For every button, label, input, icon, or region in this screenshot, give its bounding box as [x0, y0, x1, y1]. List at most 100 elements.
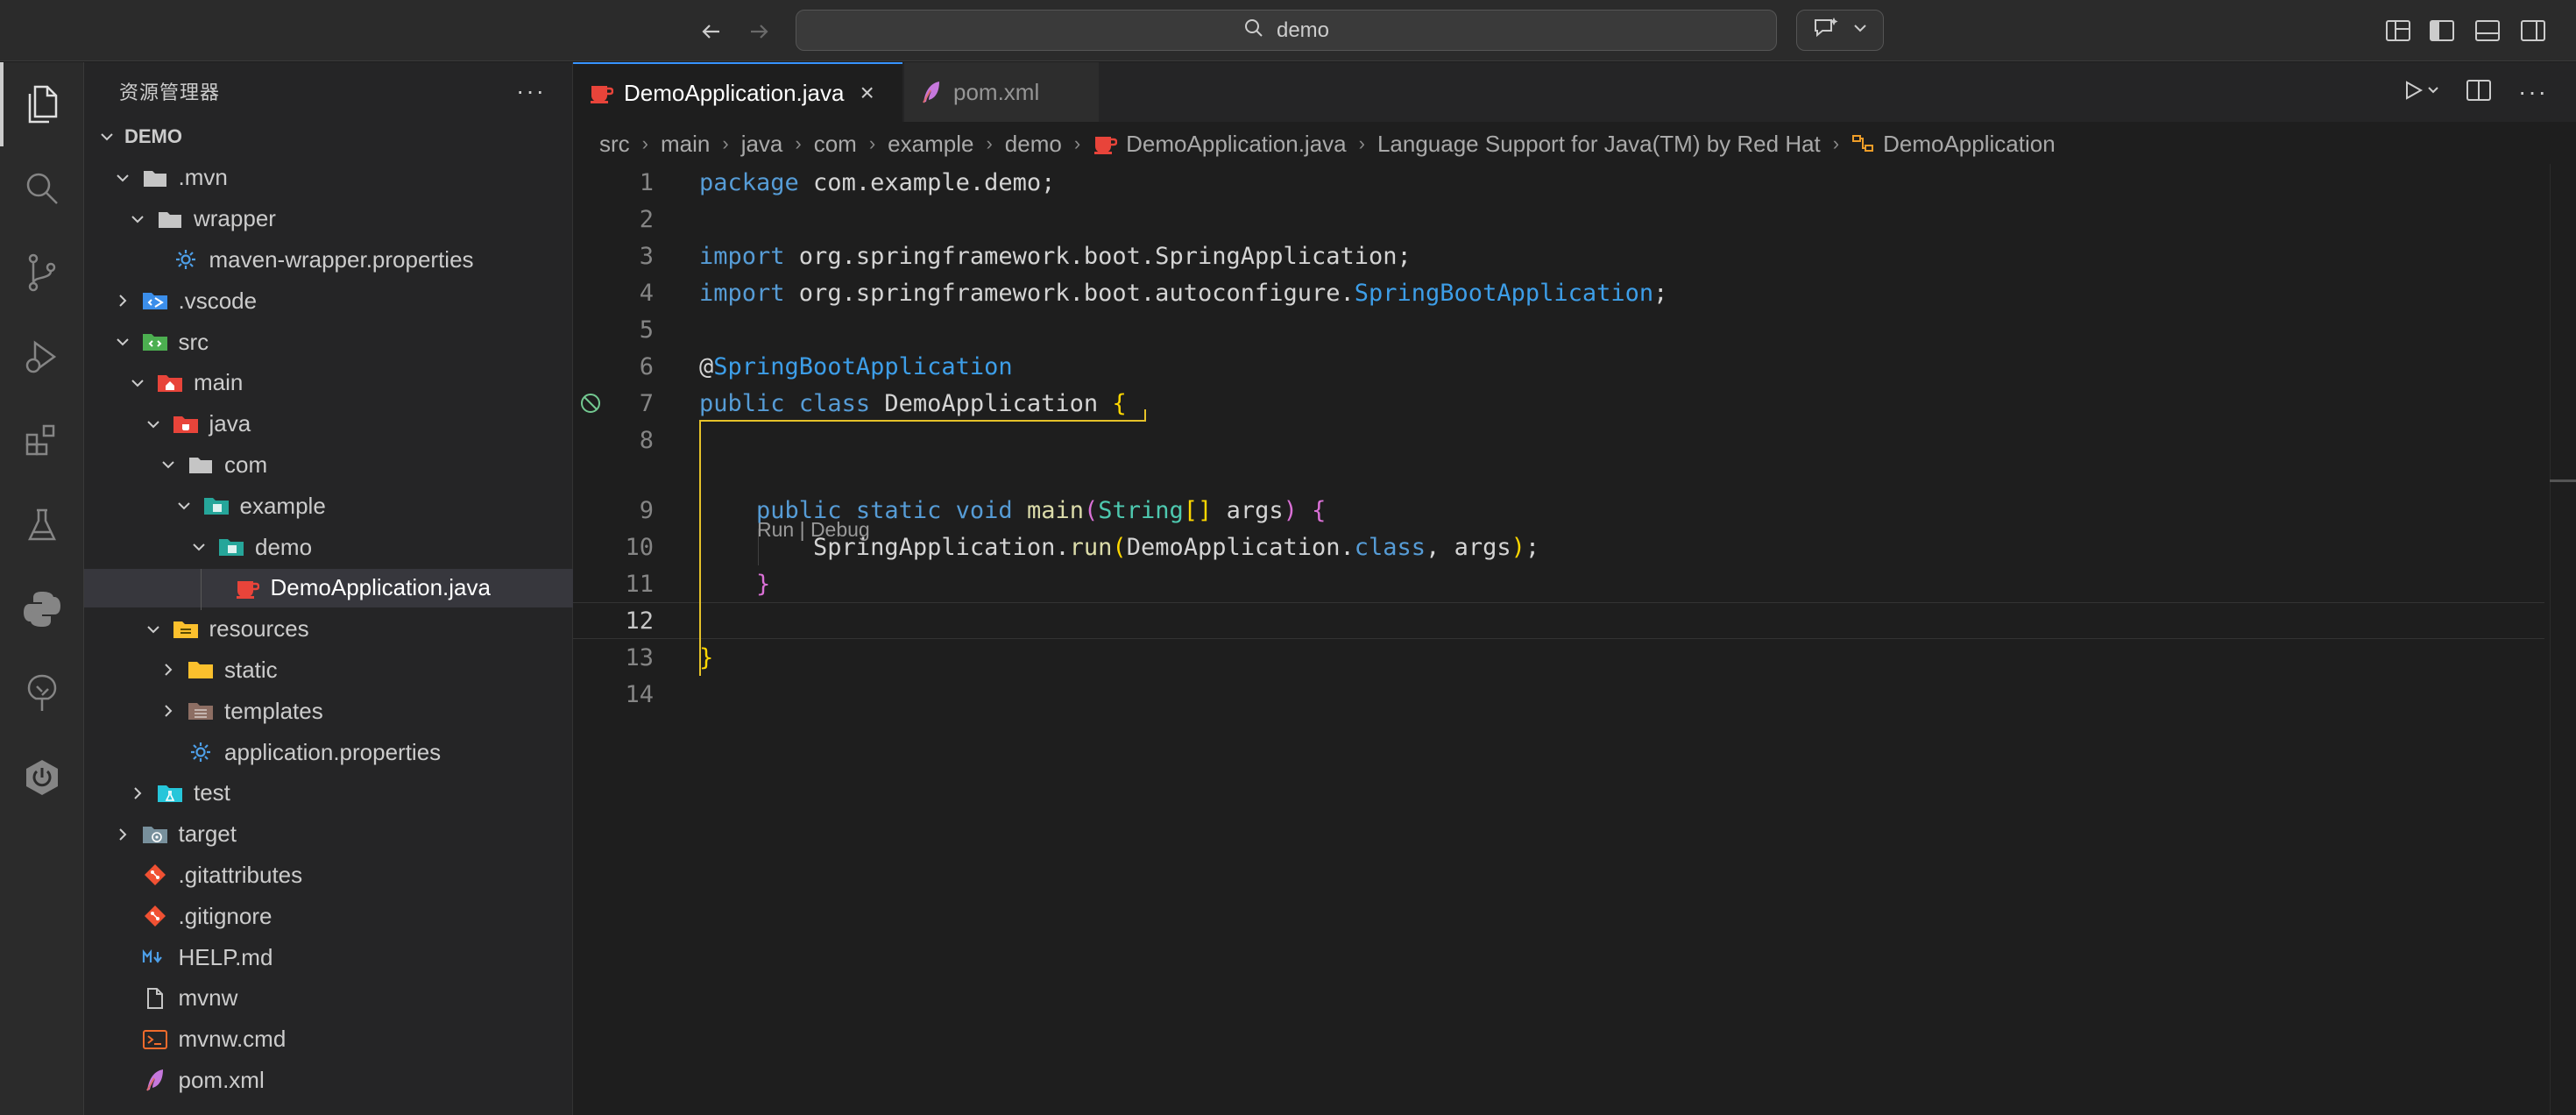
- testing-flask-icon[interactable]: [0, 483, 84, 567]
- code-line[interactable]: 2: [573, 201, 2544, 238]
- run-icon[interactable]: [2404, 80, 2439, 105]
- code-text: }: [699, 643, 714, 671]
- code-line[interactable]: 10 SpringApplication.run(DemoApplication…: [573, 529, 2544, 565]
- forward-arrow-icon[interactable]: [743, 16, 775, 47]
- tree-item-static[interactable]: static: [84, 650, 573, 689]
- tree-item-pom-xml[interactable]: pom.xml: [84, 1061, 573, 1099]
- breadcrumb-item[interactable]: demo: [1005, 131, 1062, 158]
- tree-item-mvn[interactable]: .mvn: [84, 159, 573, 197]
- code-line[interactable]: 14: [573, 676, 2544, 713]
- code-line[interactable]: 7 public class DemoApplication {: [573, 385, 2544, 422]
- extensions-icon[interactable]: [0, 399, 84, 483]
- command-center-search[interactable]: demo: [796, 10, 1777, 51]
- breadcrumb-item[interactable]: main: [661, 131, 710, 158]
- chevron-down-icon: [127, 373, 148, 394]
- spring-boot-dashboard-icon[interactable]: [0, 735, 84, 820]
- tree-item-help-md[interactable]: HELP.md: [84, 938, 573, 977]
- tree-item-demo[interactable]: DEMO: [84, 117, 573, 156]
- line-number: 11: [625, 570, 654, 598]
- code-line[interactable]: 8: [573, 422, 2544, 458]
- tree-item-main[interactable]: main: [84, 364, 573, 402]
- tab-pom-xml[interactable]: pom.xml: [904, 62, 1099, 122]
- breadcrumb-item[interactable]: Language Support for Java(TM) by Red Hat: [1377, 131, 1821, 158]
- folder-icon: [186, 451, 216, 478]
- tree-view-icon[interactable]: [0, 651, 84, 735]
- code-line[interactable]: 6 @SpringBootApplication: [573, 348, 2544, 385]
- tree-item-label: resources: [209, 615, 309, 643]
- package-folder-icon: [202, 493, 231, 519]
- editor-scrollbar[interactable]: [2550, 164, 2576, 1115]
- tree-item-application-properties[interactable]: application.properties: [84, 733, 573, 771]
- code-line[interactable]: 9 public static void main(String[] args)…: [573, 492, 2544, 529]
- toggle-secondary-sidebar-icon[interactable]: [2518, 16, 2548, 46]
- breadcrumb-item[interactable]: src: [599, 131, 630, 158]
- back-arrow-icon[interactable]: [696, 16, 727, 47]
- code-text: public static void main(String[] args) {: [756, 496, 1327, 524]
- no-test-gutter-icon[interactable]: [579, 392, 602, 421]
- breadcrumb-separator: ›: [722, 132, 729, 154]
- split-editor-icon[interactable]: [2466, 78, 2492, 107]
- code-text: SpringApplication.run(DemoApplication.cl…: [699, 533, 1540, 561]
- tree-item-mvnw-cmd[interactable]: mvnw.cmd: [84, 1020, 573, 1059]
- tab-demoapplication-java[interactable]: DemoApplication.java ×: [573, 62, 902, 122]
- close-tab-icon[interactable]: ×: [860, 79, 874, 107]
- package-folder-icon: [216, 534, 246, 560]
- tree-item-gitignore[interactable]: .gitignore: [84, 897, 573, 935]
- chevron-down-icon: [96, 126, 117, 147]
- tree-item-demoapplication-java[interactable]: DemoApplication.java: [84, 568, 573, 607]
- source-control-icon[interactable]: [0, 231, 84, 315]
- run-debug-icon[interactable]: [0, 315, 84, 399]
- tree-item-target[interactable]: target: [84, 815, 573, 854]
- src-folder-icon: [140, 329, 170, 355]
- tree-item-test[interactable]: test: [84, 774, 573, 813]
- breadcrumb-item[interactable]: example: [888, 131, 973, 158]
- toggle-primary-sidebar-icon[interactable]: [2427, 16, 2457, 46]
- breadcrumb-separator: ›: [1358, 132, 1365, 154]
- explorer-title: 资源管理器: [119, 82, 221, 103]
- code-line[interactable]: 3 import org.springframework.boot.SpringA…: [573, 238, 2544, 274]
- breadcrumb-item[interactable]: DemoApplication.java: [1126, 131, 1346, 158]
- tree-item-gitattributes[interactable]: .gitattributes: [84, 856, 573, 894]
- code-line[interactable]: 1 package com.example.demo;: [573, 164, 2544, 201]
- code-line[interactable]: 4 import org.springframework.boot.autocon…: [573, 274, 2544, 311]
- tree-item-templates[interactable]: templates: [84, 692, 573, 730]
- code-editor[interactable]: Run | Debug 1 package com.example.demo; 2 3…: [573, 164, 2576, 1115]
- breadcrumb-item[interactable]: com: [814, 131, 857, 158]
- tree-item-mvnw[interactable]: mvnw: [84, 979, 573, 1018]
- tree-item-label: src: [178, 328, 209, 355]
- folder-icon: [155, 206, 185, 232]
- tree-item-label: .mvn: [178, 164, 228, 191]
- more-actions-icon[interactable]: ···: [516, 77, 546, 105]
- tree-item-resources[interactable]: resources: [84, 610, 573, 649]
- java-file-icon: [1093, 132, 1118, 155]
- tree-item-com[interactable]: com: [84, 445, 573, 484]
- more-actions-icon[interactable]: ···: [2518, 78, 2548, 106]
- indent-guide: [758, 529, 759, 565]
- customize-layout-icon[interactable]: [2383, 16, 2413, 46]
- tree-item-vscode[interactable]: .vscode: [84, 281, 573, 320]
- code-line[interactable]: 13}: [573, 639, 2544, 676]
- tree-item-java[interactable]: java: [84, 405, 573, 444]
- chat-sparkle-icon: [1812, 16, 1840, 45]
- code-line[interactable]: 11 }: [573, 565, 2544, 602]
- breadcrumb-item[interactable]: java: [741, 131, 783, 158]
- breadcrumb: src › main › java › com › example › demo › DemoAppli…: [599, 124, 2056, 164]
- tree-item-src[interactable]: src: [84, 323, 573, 361]
- search-icon[interactable]: [0, 146, 84, 231]
- copilot-chat-button[interactable]: [1796, 10, 1884, 51]
- tree-item-maven-wrapper-properties[interactable]: maven-wrapper.properties: [84, 240, 573, 279]
- toggle-panel-icon[interactable]: [2473, 16, 2502, 46]
- tree-item-wrapper[interactable]: wrapper: [84, 200, 573, 238]
- code-line[interactable]: 12: [573, 602, 2544, 639]
- tree-item-label: DemoApplication.java: [270, 574, 491, 601]
- tree-item-demo[interactable]: demo: [84, 528, 573, 566]
- code-line[interactable]: 5: [573, 311, 2544, 348]
- explorer-icon[interactable]: [0, 62, 84, 146]
- breadcrumb-item[interactable]: DemoApplication: [1883, 131, 2056, 158]
- python-icon[interactable]: [0, 567, 84, 651]
- tree-item-label: wrapper: [194, 205, 276, 232]
- tree-item-example[interactable]: example: [84, 486, 573, 525]
